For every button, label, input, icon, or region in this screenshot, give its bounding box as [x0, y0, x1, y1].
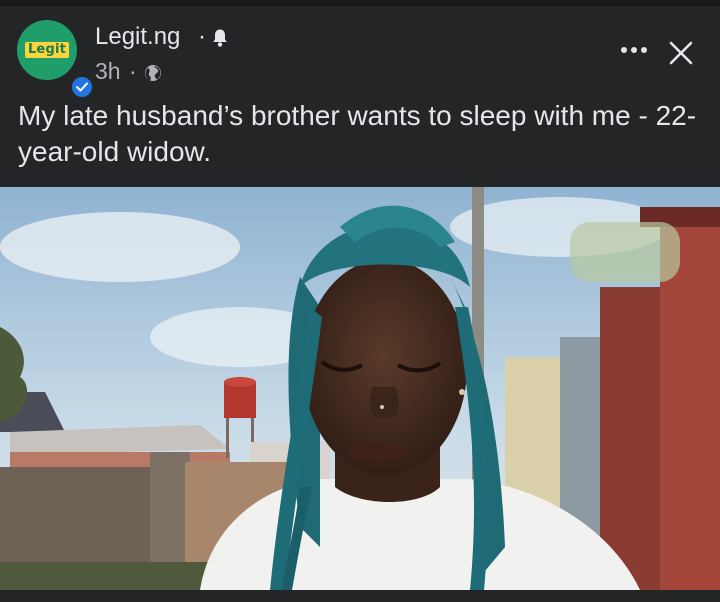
post-caption: My late husband’s brother wants to sleep… [18, 100, 697, 167]
close-icon[interactable] [668, 40, 694, 66]
avatar-logo-text: Legit [25, 42, 69, 58]
globe-icon [144, 64, 162, 87]
bottom-strip [0, 590, 720, 602]
page-name-link[interactable]: Legit.ng [95, 23, 180, 51]
post-video-thumbnail[interactable] [0, 187, 720, 590]
post-timestamp[interactable]: 3h [95, 58, 121, 85]
post-header: Legit Legit.ng · 3h · [0, 6, 720, 99]
verified-badge-icon [70, 75, 94, 99]
name-separator: · [198, 23, 206, 50]
more-options-icon[interactable] [620, 40, 648, 60]
page-avatar[interactable]: Legit [17, 20, 94, 99]
bell-icon[interactable] [212, 28, 228, 53]
time-separator: · [129, 58, 137, 84]
